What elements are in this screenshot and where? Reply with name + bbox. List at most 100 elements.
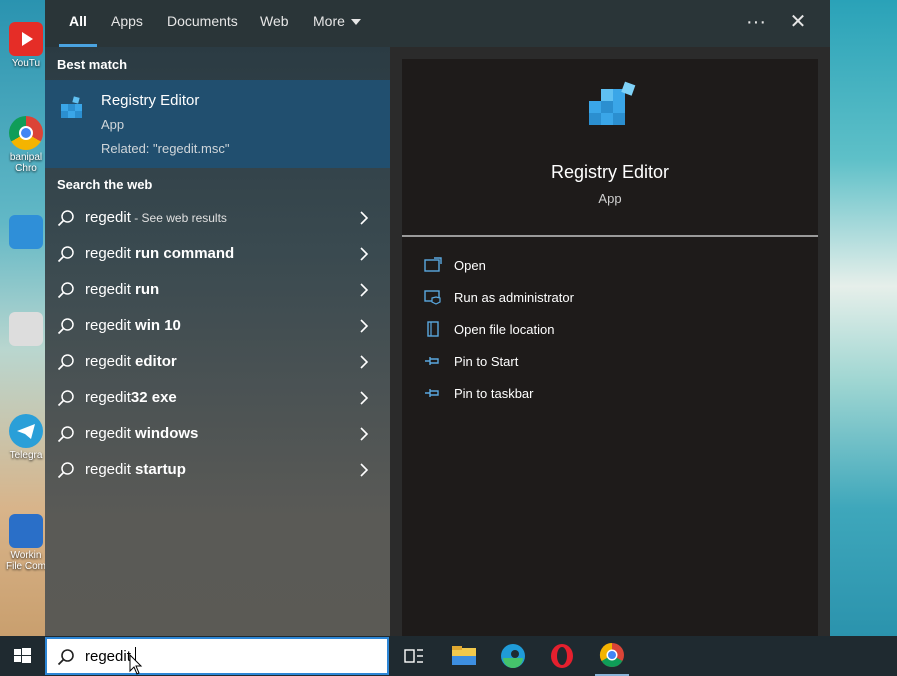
web-result-text: regedit editor	[85, 353, 177, 370]
search-icon	[57, 462, 74, 479]
best-match-result[interactable]: Registry Editor App Related: "regedit.ms…	[45, 80, 390, 168]
action-run-as-admin[interactable]: Run as administrator	[424, 286, 804, 310]
desktop-icon-document[interactable]	[6, 312, 46, 348]
web-result-suggestion: 32 exe	[130, 389, 177, 406]
search-icon	[57, 426, 74, 443]
preview-title: Registry Editor	[550, 162, 670, 182]
search-tabbar: All Apps Documents Web More ··· ✕	[45, 0, 830, 47]
document-icon	[9, 312, 43, 346]
search-icon	[57, 318, 74, 335]
desktop-icon-label: banipal Chro	[9, 152, 43, 174]
pin-icon	[425, 389, 439, 397]
search-icon	[57, 649, 74, 666]
registry-editor-icon	[589, 81, 636, 125]
close-button[interactable]: ✕	[783, 8, 813, 38]
web-result-item[interactable]: regedit32 exe	[45, 380, 390, 416]
best-match-title: Registry Editor	[101, 92, 200, 109]
web-result-item[interactable]: regedit editor	[45, 344, 390, 380]
chrome-icon	[599, 643, 624, 668]
opera-icon[interactable]	[539, 636, 585, 676]
edge-icon[interactable]	[490, 636, 536, 676]
search-icon	[57, 246, 74, 263]
tab-all[interactable]: All	[59, 0, 97, 47]
tab-apps[interactable]: Apps	[111, 0, 143, 47]
preview-type: App	[598, 191, 622, 206]
desktop-icon-presentation[interactable]	[6, 215, 46, 251]
tab-documents[interactable]: Documents	[167, 0, 238, 47]
action-run-as-admin-label: Run as administrator	[454, 290, 574, 305]
chevron-right-icon	[360, 391, 369, 405]
action-open-label: Open	[454, 258, 486, 273]
tab-web[interactable]: Web	[260, 0, 289, 47]
web-result-query: regedit	[85, 461, 136, 478]
start-button[interactable]	[0, 636, 45, 676]
web-result-item[interactable]: regedit win 10	[45, 308, 390, 344]
web-result-query: regedit	[85, 209, 131, 226]
presentation-icon	[9, 215, 43, 249]
web-result-text: regedit win 10	[85, 317, 181, 334]
preview-card: Registry Editor App Open Run as administ…	[402, 59, 818, 636]
results-pane: Best match Registry Editor App Related: …	[45, 47, 390, 636]
web-result-query: regedit	[85, 389, 131, 406]
web-result-suggestion: editor	[135, 353, 177, 370]
web-result-text: regedit - See web results	[85, 209, 227, 226]
web-result-query: regedit	[85, 317, 136, 334]
desktop-icon-label: Telegra	[9, 450, 43, 461]
desktop-icon-chrome[interactable]: banipal Chro	[6, 116, 46, 174]
web-result-text: regedit run	[85, 281, 159, 298]
file-explorer-icon[interactable]	[441, 636, 487, 676]
search-panel: All Apps Documents Web More ··· ✕ Best m…	[45, 0, 830, 636]
action-open-file-location[interactable]: Open file location	[424, 318, 804, 342]
web-result-text: regedit run command	[85, 245, 234, 262]
best-match-heading: Best match	[57, 57, 128, 72]
action-pin-to-taskbar[interactable]: Pin to taskbar	[424, 382, 804, 406]
web-result-suggestion: win 10	[135, 317, 181, 334]
web-result-query: regedit	[85, 245, 136, 262]
best-match-related: Related: "regedit.msc"	[101, 141, 230, 156]
desktop-icon-telegram[interactable]: Telegra	[6, 414, 46, 461]
desktop-right-strip	[830, 0, 897, 636]
web-result-item[interactable]: regedit startup	[45, 452, 390, 488]
action-open[interactable]: Open	[424, 254, 804, 278]
pin-icon	[425, 357, 439, 365]
chevron-down-icon	[350, 19, 361, 26]
taskbar-search-box[interactable]: regedit	[45, 637, 389, 675]
web-result-suggestion: run	[135, 281, 160, 298]
shield-icon	[424, 290, 441, 305]
web-result-text: regedit startup	[85, 461, 186, 478]
chevron-right-icon	[360, 319, 369, 333]
taskbar-chrome-button[interactable]	[589, 636, 635, 676]
desktop-icon-label: Workin File Com	[6, 550, 47, 572]
action-pin-to-start[interactable]: Pin to Start	[424, 350, 804, 374]
telegram-icon	[9, 414, 43, 448]
web-result-suggestion: run command	[135, 245, 235, 262]
tab-more[interactable]: More	[313, 0, 361, 47]
registry-editor-icon	[61, 96, 82, 118]
web-result-query: regedit	[85, 353, 136, 370]
web-result-item[interactable]: regedit windows	[45, 416, 390, 452]
preview-pane: Registry Editor App Open Run as administ…	[390, 47, 830, 636]
desktop-icon-youtube[interactable]: YouTu	[6, 22, 46, 69]
web-result-item[interactable]: regedit run	[45, 272, 390, 308]
web-result-query: regedit	[85, 425, 136, 442]
web-result-hint: - See web results	[130, 211, 227, 225]
web-result-item[interactable]: regedit run command	[45, 236, 390, 272]
search-input[interactable]: regedit	[85, 648, 131, 665]
search-icon	[57, 354, 74, 371]
action-pin-to-start-label: Pin to Start	[454, 354, 519, 369]
chevron-right-icon	[360, 211, 369, 225]
chevron-right-icon	[360, 283, 369, 297]
web-result-text: regedit32 exe	[85, 389, 177, 406]
options-button[interactable]: ···	[741, 8, 771, 38]
web-result-suggestion: windows	[135, 425, 199, 442]
chevron-right-icon	[360, 427, 369, 441]
youtube-icon	[9, 22, 43, 56]
task-view-icon[interactable]	[390, 636, 436, 676]
web-result-item[interactable]: regedit - See web results	[45, 200, 390, 236]
open-window-icon	[424, 257, 442, 272]
chevron-right-icon	[360, 463, 369, 477]
best-match-type: App	[101, 117, 125, 132]
chevron-right-icon	[360, 355, 369, 369]
desktop-icon-zip[interactable]: Workin File Com	[6, 514, 46, 572]
zip-archive-icon	[9, 514, 43, 548]
